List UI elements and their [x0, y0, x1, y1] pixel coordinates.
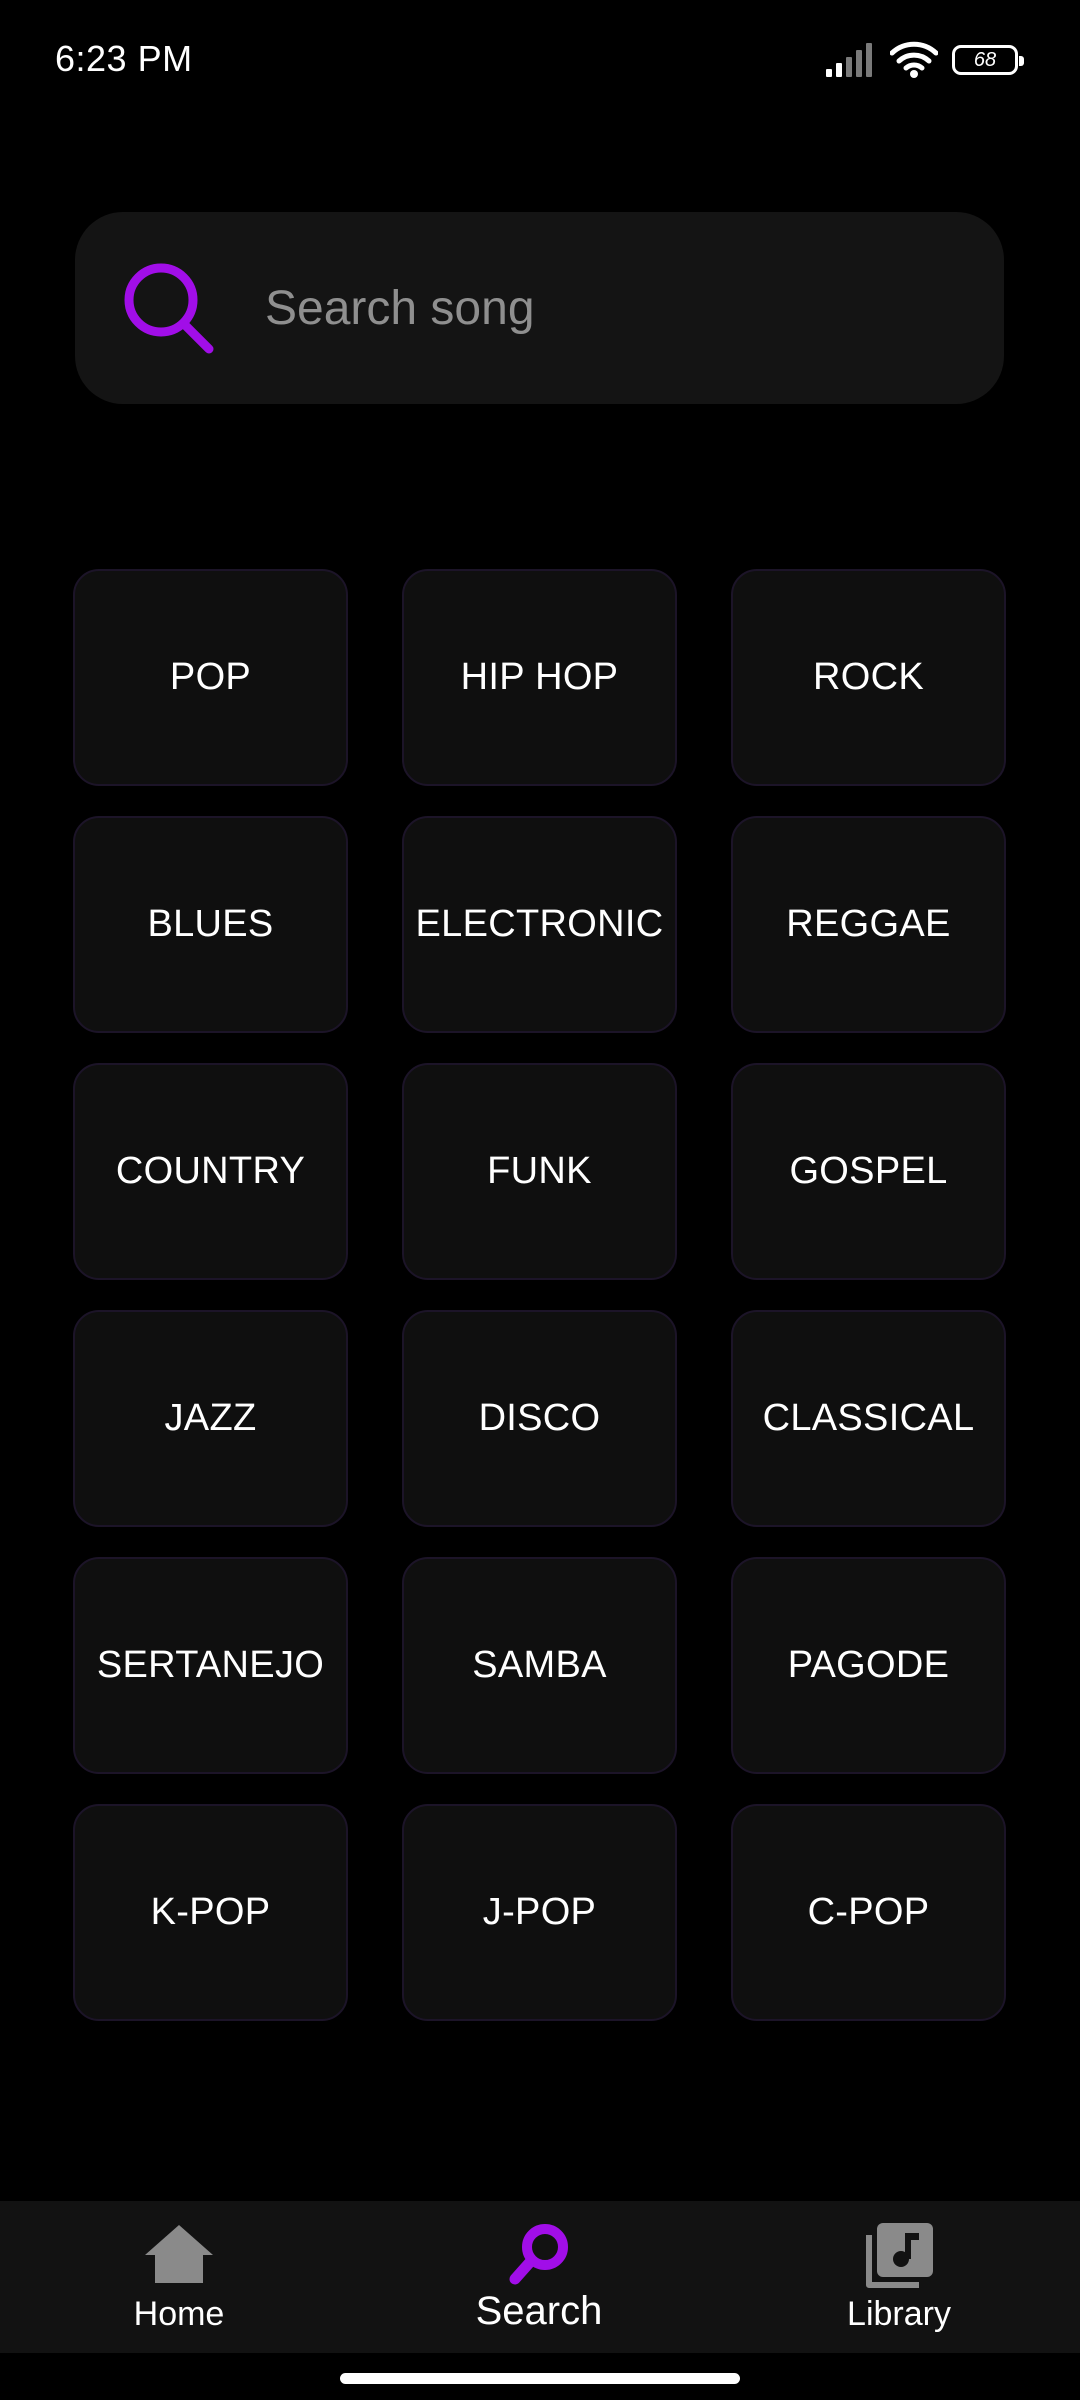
genre-tile-j-pop[interactable]: J-POP — [402, 1804, 677, 2021]
status-icons: 68 — [826, 40, 1024, 80]
genre-tile-samba[interactable]: SAMBA — [402, 1557, 677, 1774]
genre-tile-pop[interactable]: POP — [73, 569, 348, 786]
nav-label-search: Search — [475, 2289, 603, 2333]
battery-level: 68 — [973, 48, 997, 71]
genre-tile-pagode[interactable]: PAGODE — [731, 1557, 1006, 1774]
genre-tile-funk[interactable]: FUNK — [402, 1063, 677, 1280]
bottom-nav: Home Search Library — [0, 2201, 1080, 2353]
home-indicator[interactable] — [340, 2373, 740, 2384]
genre-tile-jazz[interactable]: JAZZ — [73, 1310, 348, 1527]
nav-item-library[interactable]: Library — [799, 2201, 999, 2353]
search-box[interactable] — [75, 212, 1004, 404]
nav-item-home[interactable]: Home — [79, 2201, 279, 2353]
genre-grid: POP HIP HOP ROCK BLUES ELECTRONIC REGGAE… — [73, 569, 1007, 2021]
search-input[interactable] — [265, 260, 965, 356]
nav-item-search[interactable]: Search — [439, 2201, 639, 2353]
signal-icon — [826, 43, 872, 77]
genre-tile-c-pop[interactable]: C-POP — [731, 1804, 1006, 2021]
genre-tile-reggae[interactable]: REGGAE — [731, 816, 1006, 1033]
search-icon — [509, 2224, 568, 2285]
status-time: 6:23 PM — [55, 38, 193, 79]
genre-tile-gospel[interactable]: GOSPEL — [731, 1063, 1006, 1280]
home-icon — [145, 2225, 213, 2283]
genre-tile-k-pop[interactable]: K-POP — [73, 1804, 348, 2021]
genre-tile-rock[interactable]: ROCK — [731, 569, 1006, 786]
nav-label-home: Home — [133, 2295, 225, 2333]
search-icon — [124, 263, 214, 354]
nav-label-library: Library — [847, 2295, 951, 2333]
genre-tile-blues[interactable]: BLUES — [73, 816, 348, 1033]
genre-tile-hip-hop[interactable]: HIP HOP — [402, 569, 677, 786]
genre-tile-electronic[interactable]: ELECTRONIC — [402, 816, 677, 1033]
genre-tile-sertanejo[interactable]: SERTANEJO — [73, 1557, 348, 1774]
genre-tile-disco[interactable]: DISCO — [402, 1310, 677, 1527]
genre-tile-country[interactable]: COUNTRY — [73, 1063, 348, 1280]
library-music-icon — [866, 2223, 933, 2288]
battery-icon: 68 — [952, 45, 1024, 75]
status-bar: 6:23 PM 68 — [0, 0, 1080, 120]
wifi-icon — [890, 41, 938, 78]
genre-tile-classical[interactable]: CLASSICAL — [731, 1310, 1006, 1527]
